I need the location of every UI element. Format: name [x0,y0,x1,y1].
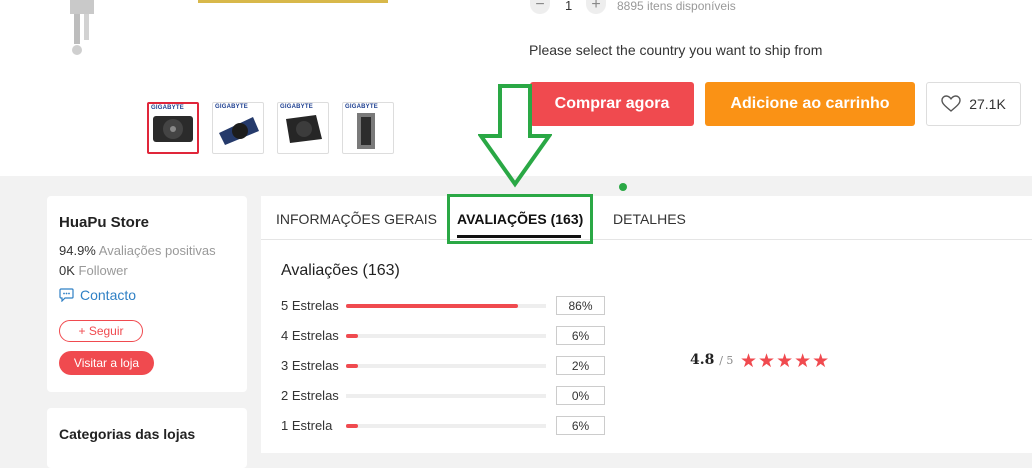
rating-row-percent: 6% [556,416,605,435]
rating-row-5[interactable]: 5 Estrelas 86% [281,296,611,316]
gpu-image [219,117,259,145]
rating-bar-fill [346,424,358,428]
visit-store-button[interactable]: Visitar a loja [59,351,154,375]
average-rating-value: 4.8 [690,352,715,368]
positive-feedback-value: 94.9% [59,243,96,258]
main-image-edge [198,0,388,3]
positive-feedback: 94.9% Avaliações positivas [59,243,216,258]
rating-row-label: 2 Estrelas [281,388,339,403]
annotation-dot [619,183,627,191]
rating-row-label: 4 Estrelas [281,328,339,343]
wishlist-button[interactable]: 27.1K [926,82,1021,126]
rating-row-percent: 6% [556,326,605,345]
rating-row-label: 5 Estrelas [281,298,339,313]
annotation-arrow-icon [478,84,552,188]
rating-bar-fill [346,334,358,338]
quantity-decrease-button[interactable]: − [530,0,550,14]
rating-bar-track [346,334,546,338]
store-card: HuaPu Store 94.9% Avaliações positivas 0… [47,196,247,392]
tab-general-info[interactable]: INFORMAÇÕES GERAIS [276,211,437,227]
tab-divider [261,239,1032,240]
thumbnail-1[interactable]: GIGABYTE [147,102,199,154]
gpu-image [286,115,322,143]
stock-available: 8895 itens disponíveis [617,0,736,13]
contact-link[interactable]: Contacto [59,287,136,303]
rating-bar-track [346,304,546,308]
rating-bar-track [346,424,546,428]
average-rating: 4.8 / 5 [690,352,733,368]
average-rating-max: / 5 [719,354,734,367]
rating-stars-icon: ★★★★★ [740,351,831,372]
product-image [70,0,94,55]
rating-bar-track [346,364,546,368]
rating-row-percent: 2% [556,356,605,375]
rating-row-2[interactable]: 2 Estrelas 0% [281,386,611,406]
rating-bar-fill [346,364,358,368]
reviews-title: Avaliações (163) [281,262,400,279]
rating-row-percent: 86% [556,296,605,315]
product-tabs-panel: INFORMAÇÕES GERAIS AVALIAÇÕES (163) DETA… [261,196,1032,453]
quantity-value[interactable]: 1 [565,0,572,13]
chat-icon [59,288,74,302]
follow-button[interactable]: + Seguir [59,320,143,342]
store-categories-title: Categorias das lojas [59,426,196,442]
quantity-increase-button[interactable]: + [586,0,606,14]
rating-row-label: 1 Estrela [281,418,333,433]
rating-bar-track [346,394,546,398]
wishlist-count: 27.1K [969,96,1006,112]
rating-row-label: 3 Estrelas [281,358,339,373]
add-to-cart-button[interactable]: Adicione ao carrinho [705,82,915,126]
annotation-highlight-box [447,194,593,244]
follower-label: Follower [78,263,128,278]
store-name[interactable]: HuaPu Store [59,214,149,231]
follower-count: 0K Follower [59,263,128,278]
buy-now-button[interactable]: Comprar agora [530,82,694,126]
rating-row-1[interactable]: 1 Estrela 6% [281,416,611,436]
rating-bar-fill [346,304,518,308]
tab-details[interactable]: DETALHES [613,211,686,227]
follower-value: 0K [59,263,75,278]
thumbnail-4[interactable]: GIGABYTE [342,102,394,154]
thumbnail-3[interactable]: GIGABYTE [277,102,329,154]
ship-from-prompt: Please select the country you want to sh… [529,42,823,58]
contact-label: Contacto [80,287,137,303]
gpu-image [153,116,193,142]
positive-feedback-label: Avaliações positivas [98,243,216,258]
store-categories-card: Categorias das lojas [47,408,247,468]
rating-row-3[interactable]: 3 Estrelas 2% [281,356,611,376]
gpu-image [357,113,375,149]
rating-row-percent: 0% [556,386,605,405]
thumbnail-2[interactable]: GIGABYTE [212,102,264,154]
heart-icon [941,95,961,112]
rating-row-4[interactable]: 4 Estrelas 6% [281,326,611,346]
